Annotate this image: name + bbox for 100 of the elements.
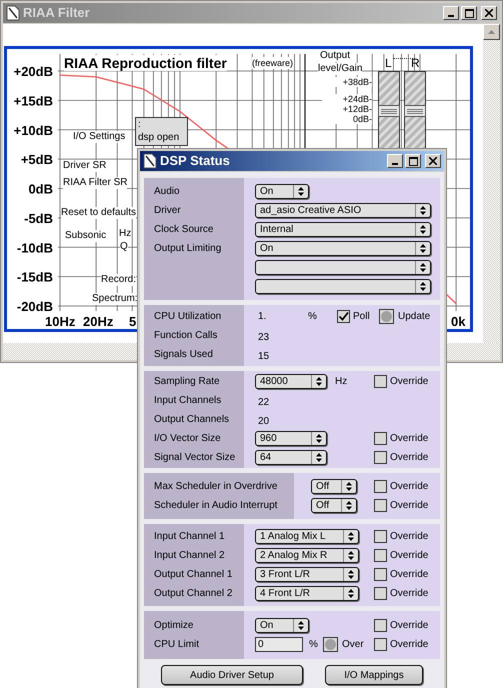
setting-label: Clock Source xyxy=(154,223,214,237)
dropdown[interactable]: Internal xyxy=(255,222,431,237)
override-label: Override xyxy=(390,499,428,513)
up-down-arrows-icon xyxy=(298,187,304,196)
unit-label: % xyxy=(309,638,319,652)
checkbox[interactable] xyxy=(374,530,387,543)
checkbox[interactable] xyxy=(374,480,387,493)
poll-label: Poll xyxy=(353,310,371,324)
output-label: Output xyxy=(320,50,350,62)
close-button[interactable] xyxy=(425,154,441,168)
setting-label: Output Limiting xyxy=(154,242,222,256)
plot-label: Subsonic xyxy=(65,230,106,242)
close-button[interactable] xyxy=(481,6,497,20)
checkbox[interactable] xyxy=(374,587,387,600)
y-axis-label: -10dB xyxy=(16,240,53,256)
checkbox[interactable] xyxy=(374,638,387,651)
channel-label: L xyxy=(385,57,392,69)
maximize-button[interactable] xyxy=(461,6,477,20)
up-down-arrows-icon xyxy=(316,434,322,443)
plot-title: RIAA Reproduction filter xyxy=(64,55,227,71)
checkbox[interactable] xyxy=(374,568,387,581)
checkbox[interactable] xyxy=(374,549,387,562)
checkbox[interactable] xyxy=(374,499,387,512)
dropdown[interactable] xyxy=(255,279,431,294)
dsp-box-text: dsp open xyxy=(138,131,180,144)
setting-label: Optimize xyxy=(154,619,194,633)
dropdown[interactable]: 960 xyxy=(255,431,327,446)
dsp-box-text: : xyxy=(138,118,142,131)
up-down-arrows-icon xyxy=(298,621,304,630)
checkbox[interactable] xyxy=(374,619,387,632)
checkbox[interactable] xyxy=(374,432,387,445)
dropdown[interactable]: 64 xyxy=(255,450,327,465)
vertical-scrollbar[interactable] xyxy=(483,24,500,343)
override-label: Override xyxy=(390,480,428,494)
checkbox[interactable] xyxy=(374,451,387,464)
slider-thumb[interactable] xyxy=(378,105,400,117)
dropdown[interactable]: 3 Front L/R xyxy=(255,567,359,582)
x-axis-label: 10Hz xyxy=(45,314,76,329)
up-down-arrows-icon xyxy=(348,570,354,579)
up-down-arrows-icon xyxy=(420,244,426,253)
minimize-button[interactable] xyxy=(443,6,459,20)
setting-label: Max Scheduler in Overdrive xyxy=(154,480,278,494)
checkbox[interactable] xyxy=(337,310,350,323)
update-label: Update xyxy=(398,310,430,324)
dropdown[interactable]: Off xyxy=(311,498,357,513)
setting-label: Driver xyxy=(154,204,181,218)
up-arrow-icon xyxy=(488,30,495,34)
level-slider[interactable] xyxy=(378,71,400,149)
dropdown[interactable]: 48000 xyxy=(255,374,327,389)
over-label: Over xyxy=(342,638,364,652)
action-button[interactable]: I/O Mappings xyxy=(325,665,423,685)
setting-label: Scheduler in Audio Interrupt xyxy=(154,499,278,513)
value-text: 20 xyxy=(258,416,270,426)
plot-label: Record: xyxy=(101,274,136,286)
y-axis-label: -5dB xyxy=(24,210,53,226)
up-down-arrows-icon xyxy=(346,501,352,510)
dropdown[interactable]: 4 Front L/R xyxy=(255,586,359,601)
dropdown[interactable]: Off xyxy=(311,479,357,494)
y-axis-label: -20dB xyxy=(16,299,53,314)
action-button[interactable]: Audio Driver Setup xyxy=(161,665,303,685)
setting-label: Input Channel 1 xyxy=(154,530,225,544)
x-axis-label: 5 xyxy=(129,314,136,329)
level-slider[interactable] xyxy=(404,71,426,149)
dropdown[interactable]: On xyxy=(255,184,309,199)
value-text: 22 xyxy=(258,396,270,408)
up-down-arrows-icon xyxy=(316,377,322,386)
slider-thumb[interactable] xyxy=(404,105,426,117)
up-down-arrows-icon xyxy=(420,282,426,291)
dsp-open-box[interactable]: : dsp open xyxy=(135,117,188,146)
dropdown[interactable]: 2 Analog Mix R xyxy=(255,548,359,563)
close-icon xyxy=(429,157,437,165)
up-down-arrows-icon xyxy=(420,206,426,215)
y-axis-label: +10dB xyxy=(14,122,53,138)
setting-label: Sampling Rate xyxy=(154,375,220,389)
channel-label: R xyxy=(411,57,420,69)
dropdown[interactable]: ad_asio Creative ASIO xyxy=(255,203,431,218)
update-button[interactable] xyxy=(379,309,394,324)
y-axis-label: -15dB xyxy=(16,270,53,285)
override-label: Override xyxy=(390,432,428,446)
unit-label: Hz xyxy=(335,375,348,389)
override-label: Override xyxy=(390,530,428,544)
plot-label: Q xyxy=(120,241,128,253)
dropdown[interactable]: On xyxy=(255,241,431,256)
over-indicator[interactable] xyxy=(323,637,338,652)
override-label: Override xyxy=(390,568,428,582)
dropdown[interactable]: On xyxy=(255,618,309,633)
dropdown[interactable] xyxy=(255,260,431,275)
maximize-button[interactable] xyxy=(405,154,421,168)
checkbox[interactable] xyxy=(374,375,387,388)
plot-label: Spectrum: xyxy=(92,293,138,305)
up-down-arrows-icon xyxy=(348,532,354,541)
setting-label: Output Channel 1 xyxy=(154,568,232,582)
up-down-arrows-icon xyxy=(348,589,354,598)
setting-label: Input Channel 2 xyxy=(154,549,225,563)
setting-label: Audio xyxy=(154,185,180,199)
setting-label: Output Channels xyxy=(154,413,230,427)
dropdown[interactable]: 1 Analog Mix L xyxy=(255,529,359,544)
cpu-limit-field[interactable]: 0 xyxy=(255,637,303,652)
override-label: Override xyxy=(390,451,428,465)
minimize-button[interactable] xyxy=(387,154,403,168)
